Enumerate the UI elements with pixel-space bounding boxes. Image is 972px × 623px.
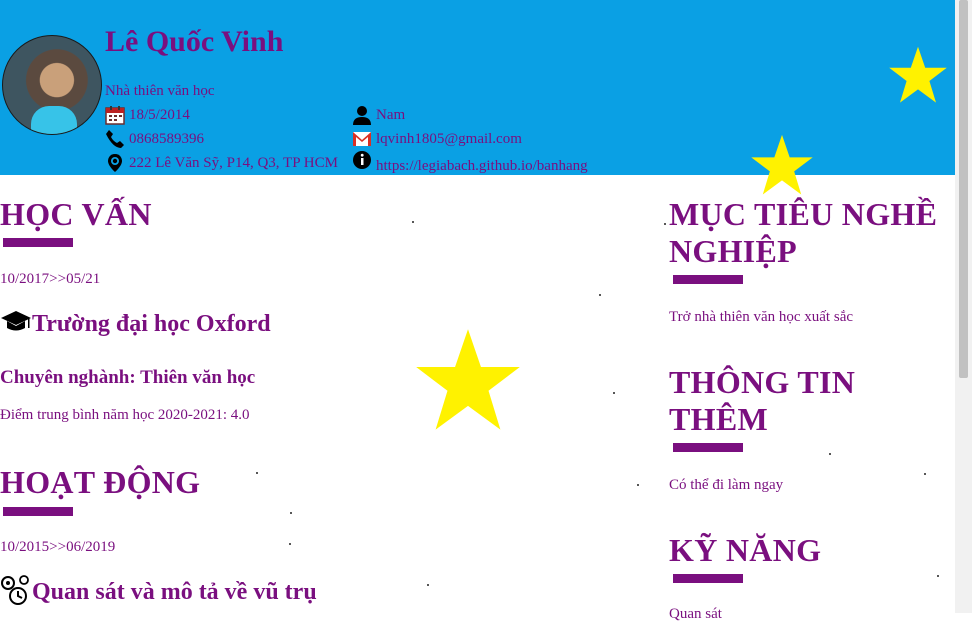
career-goal-heading-line1: MỤC TIÊU NGHỀ xyxy=(669,196,938,232)
scrollbar-thumb[interactable] xyxy=(959,0,968,378)
skills-text: Quan sát xyxy=(669,606,722,622)
career-goal-heading-line2: NGHIỆP xyxy=(669,233,798,269)
calendar-icon xyxy=(105,105,125,125)
more-info-heading-line1: THÔNG TIN xyxy=(669,364,856,400)
education-underline xyxy=(3,238,73,247)
job-title: Nhà thiên văn học xyxy=(105,83,215,99)
more-info-text: Có thể đi làm ngay xyxy=(669,477,784,493)
star-dot xyxy=(256,472,258,474)
activity-row: Quan sát và mô tả về vũ trụ xyxy=(0,574,317,606)
school-name: Trường đại học Oxford xyxy=(32,311,271,337)
school-row: Trường đại học Oxford xyxy=(0,308,271,338)
more-info-underline xyxy=(673,443,743,452)
skills-heading: KỸ NĂNG xyxy=(669,532,822,568)
education-major: Chuyên nghành: Thiên văn học xyxy=(0,367,256,388)
phone-icon xyxy=(105,129,125,149)
website-link[interactable]: https://legiabach.github.io/banhang xyxy=(376,157,588,175)
skills-underline xyxy=(673,574,743,583)
info-icon xyxy=(352,150,372,170)
address-text: 222 Lê Văn Sỹ, P14, Q3, TP HCM xyxy=(129,155,338,171)
star-dot xyxy=(664,223,666,225)
graduation-cap-icon xyxy=(0,308,32,338)
activities-underline xyxy=(3,507,73,516)
more-info-heading-line2: THÊM xyxy=(669,401,768,437)
activities-heading: HOẠT ĐỘNG xyxy=(0,464,201,500)
star-dot xyxy=(613,392,615,394)
phone-text: 0868589396 xyxy=(129,131,204,147)
gender-row: Nam xyxy=(352,105,405,125)
location-icon xyxy=(105,153,125,173)
career-goal-text: Trở nhà thiên văn học xuất sắc xyxy=(669,309,854,325)
education-period: 10/2017>>05/21 xyxy=(0,271,101,287)
star-dot xyxy=(412,221,414,223)
profile-name: Lê Quốc Vinh xyxy=(105,25,284,58)
phone-row: 0868589396 xyxy=(105,129,204,149)
website-row[interactable]: https://legiabach.github.io/banhang xyxy=(352,150,588,174)
birthday-row: 18/5/2014 xyxy=(105,105,190,125)
email-link[interactable]: lqvinh1805@gmail.com xyxy=(376,130,522,148)
person-icon xyxy=(352,105,372,125)
birthday-text: 18/5/2014 xyxy=(129,107,190,123)
email-row[interactable]: lqvinh1805@gmail.com xyxy=(352,129,522,149)
gears-clock-icon xyxy=(0,574,32,606)
education-heading: HỌC VẤN xyxy=(0,196,152,232)
activities-period: 10/2015>>06/2019 xyxy=(0,539,116,555)
education-gpa: Điểm trung bình năm học 2020-2021: 4.0 xyxy=(0,407,250,423)
profile-header: Lê Quốc Vinh Nhà thiên văn học 18/5/2014… xyxy=(0,0,955,195)
star-dot xyxy=(599,294,601,296)
star-dot xyxy=(829,453,831,455)
star-icon xyxy=(889,46,947,103)
star-dot xyxy=(290,512,292,514)
star-icon xyxy=(751,134,813,195)
address-row: 222 Lê Văn Sỹ, P14, Q3, TP HCM xyxy=(105,153,338,173)
star-dot xyxy=(924,473,926,475)
avatar xyxy=(2,35,102,135)
star-dot xyxy=(427,584,429,586)
activity-title: Quan sát và mô tả về vũ trụ xyxy=(32,579,317,605)
vertical-scrollbar[interactable] xyxy=(955,0,972,613)
gender-text: Nam xyxy=(376,107,406,123)
gmail-icon xyxy=(352,129,372,149)
star-icon xyxy=(416,329,520,430)
star-dot xyxy=(937,575,939,577)
star-dot xyxy=(637,484,639,486)
career-goal-underline xyxy=(673,275,743,284)
star-dot xyxy=(289,543,291,545)
